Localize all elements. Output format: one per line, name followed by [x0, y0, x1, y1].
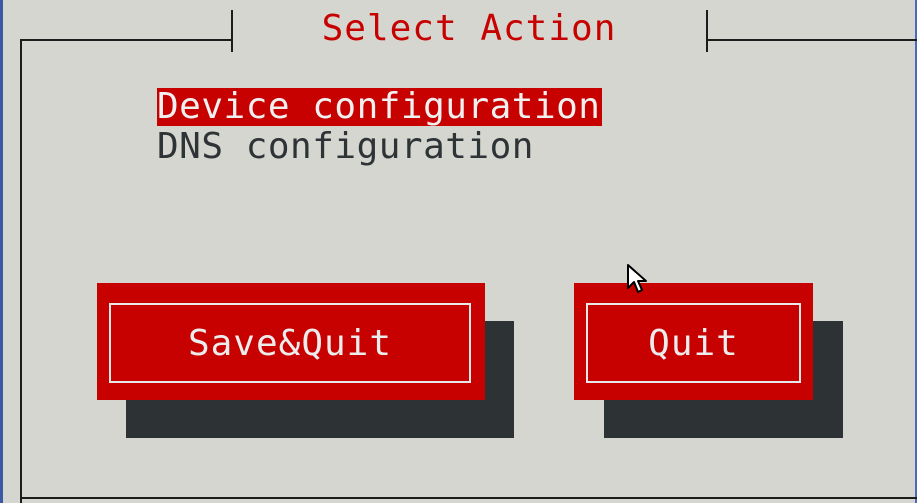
save-quit-button-label: Save&Quit: [109, 303, 471, 383]
dialog-border-top-left: [20, 39, 232, 41]
mouse-pointer-icon: [627, 264, 647, 293]
menu-item-device-configuration[interactable]: Device configuration: [157, 88, 603, 126]
window-edge: [0, 0, 3, 503]
dialog-border-left: [20, 40, 22, 503]
dialog-border-bottom: [20, 497, 917, 499]
dialog-border-top-right: [708, 39, 917, 41]
quit-button[interactable]: Quit: [574, 283, 813, 400]
terminal-screen: Select Action Device configuration DNS c…: [0, 0, 917, 503]
save-quit-button[interactable]: Save&Quit: [97, 283, 485, 400]
dialog-title: Select Action: [321, 8, 617, 49]
title-separator-right: [706, 10, 708, 52]
menu-item-dns-configuration[interactable]: DNS configuration: [157, 128, 536, 166]
quit-button-label: Quit: [586, 303, 801, 383]
